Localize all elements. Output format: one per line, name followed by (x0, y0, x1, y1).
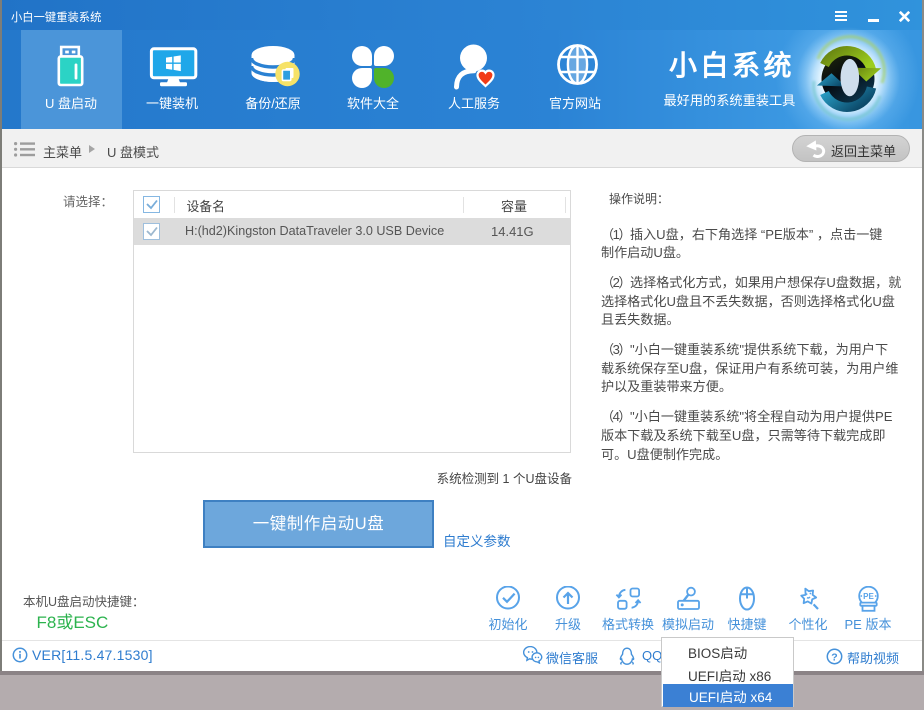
svg-text:?: ? (831, 651, 837, 663)
svg-text:PE: PE (863, 592, 874, 601)
